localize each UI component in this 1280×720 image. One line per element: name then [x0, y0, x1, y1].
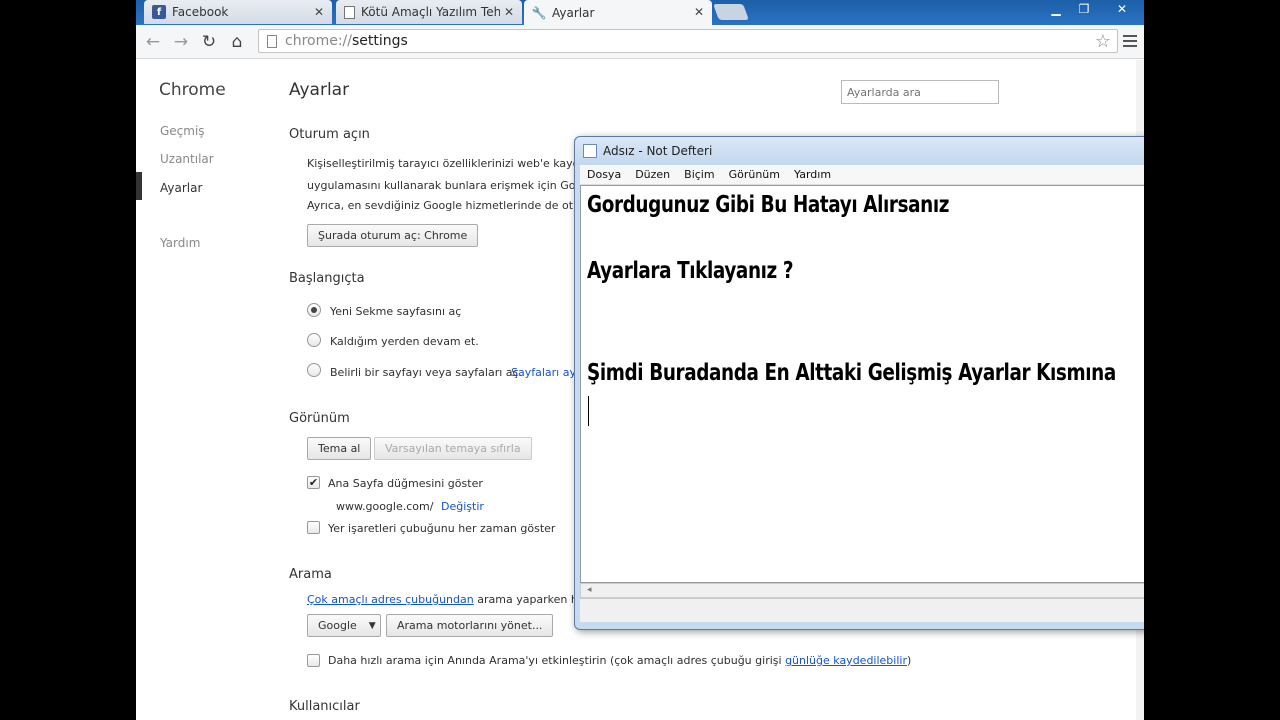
instant-search-label: Daha hızlı arama için Anında Arama'yı et…	[328, 654, 911, 667]
startup-radio-continue[interactable]	[307, 333, 321, 347]
instant-search-checkbox[interactable]	[307, 654, 320, 667]
home-icon[interactable]: ⌂	[226, 31, 248, 53]
search-engine-value: Google	[318, 619, 357, 632]
tab-title: Ayarlar	[552, 5, 595, 20]
page-icon	[267, 34, 277, 48]
page-title: Ayarlar	[289, 80, 350, 100]
close-icon[interactable]: ✕	[314, 5, 324, 19]
window-close-icon[interactable]: ✕	[1108, 0, 1136, 18]
notepad-line: Şimdi Buradanda En Alttaki Gelişmiş Ayar…	[587, 360, 1116, 386]
document-icon	[344, 5, 355, 19]
menu-edit[interactable]: Düzen	[628, 168, 677, 181]
logged-link[interactable]: günlüğe kaydedilebilir	[785, 654, 907, 667]
wrench-icon: 🔧	[531, 5, 547, 20]
notepad-icon	[583, 144, 597, 158]
tab-title: Kötü Amaçlı Yazılım Tehlikesi	[361, 5, 500, 19]
manage-search-engines-button[interactable]: Arama motorlarını yönet...	[386, 614, 554, 637]
screen: f Facebook ✕ Kötü Amaçlı Yazılım Tehlike…	[136, 0, 1144, 720]
chevron-down-icon: ▼	[368, 620, 376, 631]
bookmark-star-icon[interactable]: ☆	[1095, 31, 1111, 52]
tab-settings[interactable]: 🔧 Ayarlar ✕	[524, 0, 712, 25]
startup-option-label: Belirli bir sayfayı veya sayfaları aç.	[330, 366, 523, 379]
browser-toolbar: ← → ↻ ⌂ chrome:// settings ☆	[136, 25, 1144, 59]
notepad-menubar: Dosya Düzen Biçim Görünüm Yardım	[580, 165, 1144, 185]
startup-option-label: Yeni Sekme sayfasını aç	[330, 305, 462, 318]
startup-radio-newtab[interactable]	[307, 303, 321, 317]
notepad-titlebar[interactable]: Adsız - Not Defteri	[575, 137, 1144, 165]
home-button-label: Ana Sayfa düğmesini göster	[328, 477, 483, 490]
reset-theme-button[interactable]: Varsayılan temaya sıfırla	[374, 437, 532, 460]
menu-help[interactable]: Yardım	[787, 168, 838, 181]
section-startup-heading: Başlangıçta	[289, 271, 365, 286]
section-search-heading: Arama	[289, 567, 332, 582]
instant-search-text: Daha hızlı arama için Anında Arama'yı et…	[328, 654, 782, 667]
close-icon[interactable]: ✕	[694, 5, 704, 19]
sidebar-item-extensions[interactable]: Uzantılar	[160, 152, 214, 166]
browser-titlebar: f Facebook ✕ Kötü Amaçlı Yazılım Tehlike…	[136, 0, 1144, 25]
notepad-status-bar	[580, 598, 1144, 622]
section-signin-heading: Oturum açın	[289, 127, 370, 142]
tab-title: Facebook	[172, 5, 229, 19]
get-theme-button[interactable]: Tema al	[307, 437, 372, 460]
new-tab-button[interactable]	[713, 4, 749, 20]
notepad-line: Ayarlara Tıklayanız ?	[587, 258, 794, 284]
startup-option-label: Kaldığım yerden devam et.	[330, 335, 479, 348]
url-host: settings	[352, 33, 408, 49]
set-pages-link[interactable]: Sayfaları aya	[511, 366, 583, 379]
back-icon[interactable]: ←	[142, 31, 164, 53]
signin-button[interactable]: Şurada oturum aç: Chrome	[307, 224, 479, 247]
url-scheme: chrome://	[285, 33, 352, 49]
restore-icon[interactable]: ❐	[1070, 0, 1098, 18]
search-engine-select[interactable]: Google ▼	[307, 614, 381, 637]
section-appearance-heading: Görünüm	[289, 411, 350, 426]
menu-file[interactable]: Dosya	[580, 168, 628, 181]
close-icon[interactable]: ✕	[504, 5, 514, 19]
sidebar-title: Chrome	[159, 80, 226, 100]
signin-text-1: Kişiselleştirilmiş tarayıcı özelliklerin…	[307, 157, 615, 170]
section-users-heading: Kullanıcılar	[289, 699, 360, 714]
home-url: www.google.com/	[336, 500, 434, 513]
text-caret	[588, 396, 589, 426]
notepad-line: Gordugunuz Gibi Bu Hatayı Alırsanız	[587, 192, 950, 218]
menu-icon[interactable]	[1122, 32, 1138, 50]
search-description: Çok amaçlı adres çubuğundan arama yapark…	[307, 593, 592, 606]
minimize-icon[interactable]: ▁	[1042, 0, 1070, 18]
home-button-checkbox[interactable]: ✔	[307, 476, 320, 489]
menu-format[interactable]: Biçim	[677, 168, 721, 181]
notepad-horizontal-scrollbar[interactable]: ◂	[580, 583, 1144, 598]
menu-view[interactable]: Görünüm	[722, 168, 787, 181]
notepad-text-area[interactable]: Gordugunuz Gibi Bu Hatayı Alırsanız Ayar…	[580, 185, 1144, 583]
notepad-window: Adsız - Not Defteri Dosya Düzen Biçim Gö…	[574, 136, 1144, 630]
sidebar-item-help[interactable]: Yardım	[160, 236, 200, 250]
tab-facebook[interactable]: f Facebook ✕	[144, 0, 332, 24]
startup-radio-specific[interactable]	[307, 363, 321, 377]
settings-search-input[interactable]	[841, 80, 999, 104]
instant-search-close: )	[906, 654, 912, 667]
bookmarks-bar-checkbox[interactable]	[307, 521, 320, 534]
scroll-left-icon[interactable]: ◂	[587, 585, 592, 595]
notepad-title: Adsız - Not Defteri	[603, 144, 713, 158]
forward-icon[interactable]: →	[170, 31, 192, 53]
sidebar-item-history[interactable]: Geçmiş	[160, 124, 205, 138]
address-bar[interactable]: chrome:// settings ☆	[258, 29, 1118, 53]
signin-text-2: uygulamasını kullanarak bunlara erişmek …	[307, 179, 600, 192]
facebook-icon: f	[152, 5, 166, 19]
reload-icon[interactable]: ↻	[198, 31, 220, 53]
bookmarks-bar-label: Yer işaretleri çubuğunu her zaman göster	[328, 522, 556, 535]
sidebar-item-settings[interactable]: Ayarlar	[160, 181, 202, 195]
tab-article[interactable]: Kötü Amaçlı Yazılım Tehlikesi ✕	[336, 0, 522, 24]
change-home-link[interactable]: Değiştir	[441, 500, 484, 513]
omnibox-link[interactable]: Çok amaçlı adres çubuğundan	[307, 593, 474, 606]
active-indicator	[136, 172, 142, 200]
signin-text-3: Ayrıca, en sevdiğiniz Google hizmetlerin…	[307, 199, 592, 212]
